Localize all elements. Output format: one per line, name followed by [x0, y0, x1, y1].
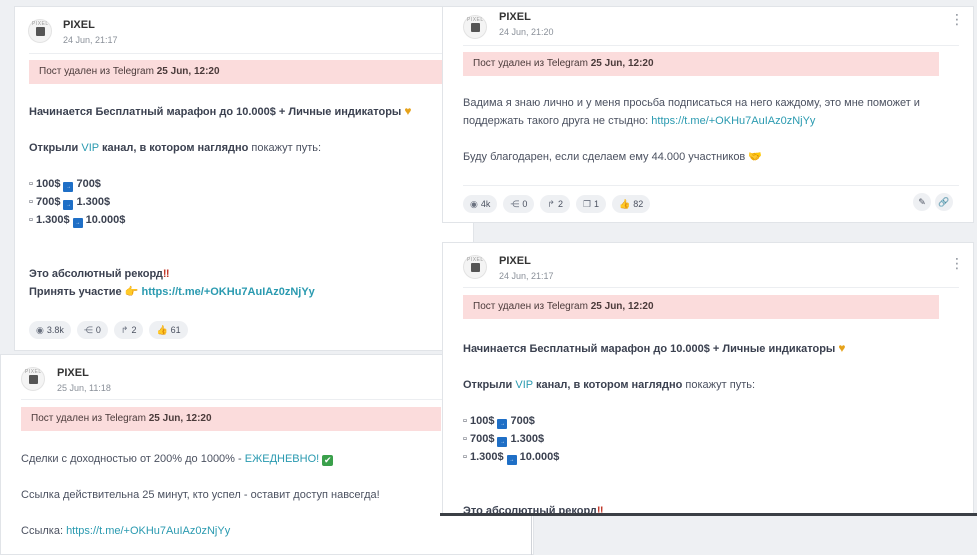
pointing-hand-icon: 👉 [124, 286, 139, 298]
yellow-heart-icon: ♥ [404, 104, 412, 118]
divider [463, 185, 959, 186]
likes-stat[interactable]: 👍 61 [149, 321, 188, 339]
channel-avatar[interactable]: PIXEL [28, 19, 52, 43]
views-stat[interactable]: ◉ 3.8k [29, 321, 71, 339]
channel-avatar[interactable]: PIXEL [21, 367, 45, 391]
more-vertical-icon[interactable]: ⋮ [950, 256, 964, 270]
post-link[interactable]: https://t.me/+OKHu7AuIAz0zNjYy [651, 115, 815, 127]
share-icon: ⋲ [510, 199, 520, 209]
arrow-box-icon: → [72, 218, 83, 228]
arrow-box-icon: → [497, 437, 508, 447]
share-icon: ⋲ [83, 325, 93, 335]
post-link[interactable]: https://t.me/+OKHu7AuIAz0zNjYy [66, 525, 230, 537]
reposts-stat[interactable]: ↱ 2 [540, 195, 570, 213]
eye-icon: ◉ [470, 199, 478, 209]
deleted-banner: Пост удален из Telegram 25 Jun, 12:20 [463, 295, 939, 319]
eye-icon: ◉ [36, 325, 44, 335]
pencil-icon[interactable]: ✎ [913, 193, 931, 211]
divider [463, 45, 959, 46]
repost-icon: ↱ [120, 325, 129, 335]
channel-avatar[interactable]: PIXEL [463, 15, 487, 39]
comments-stat[interactable]: ❐ 1 [575, 195, 607, 213]
post-card: PIXEL PIXEL 24 Jun, 21:17 ⋮ Пост удален … [442, 242, 974, 514]
arrow-box-icon: → [497, 419, 508, 429]
join-link[interactable]: https://t.me/+OKHu7AuIAz0zNjYy [142, 286, 315, 298]
post-date: 24 Jun, 21:17 [63, 35, 118, 45]
divider [29, 53, 459, 54]
post-text: Начинается Бесплатный марафон до 10.000$… [463, 339, 963, 513]
channel-name[interactable]: PIXEL [57, 367, 89, 379]
exclamation-icon: ‼ [162, 268, 170, 280]
divider [531, 516, 532, 555]
thumbs-up-icon: 👍 [156, 325, 168, 335]
link-icon[interactable]: 🔗 [935, 193, 953, 211]
shares-stat[interactable]: ⋲ 0 [76, 321, 108, 339]
thumbs-up-icon: 👍 [619, 199, 631, 209]
views-stat[interactable]: ◉ 4k [463, 195, 498, 213]
post-text: Начинается Бесплатный марафон до 10.000$… [29, 104, 412, 298]
check-mark-icon: ✔ [322, 455, 334, 466]
arrow-box-icon: → [63, 182, 74, 192]
post-stats: ◉ 4k ⋲ 0 ↱ 2 ❐ 1 👍 82 [463, 195, 651, 213]
deleted-banner: Пост удален из Telegram 25 Jun, 12:20 [21, 407, 441, 431]
repost-icon: ↱ [547, 199, 555, 209]
post-date: 25 Jun, 11:18 [57, 383, 111, 393]
channel-name[interactable]: PIXEL [499, 255, 531, 267]
post-stats: ◉ 3.8k ⋲ 0 ↱ 2 👍 61 [29, 321, 188, 339]
post-text: Вадима я знаю лично и у меня просьба под… [463, 97, 920, 163]
divider [463, 287, 959, 288]
arrow-box-icon: → [63, 200, 74, 210]
shares-stat[interactable]: ⋲ 0 [503, 195, 535, 213]
more-vertical-icon[interactable]: ⋮ [950, 12, 964, 26]
deleted-banner: Пост удален из Telegram 25 Jun, 12:20 [463, 52, 939, 76]
likes-stat[interactable]: 👍 82 [612, 195, 651, 213]
channel-avatar[interactable]: PIXEL [463, 255, 487, 279]
post-card: PIXEL PIXEL 24 Jun, 21:20 ⋮ Пост удален … [442, 6, 974, 223]
yellow-heart-icon: ♥ [838, 341, 846, 355]
reposts-stat[interactable]: ↱ 2 [113, 321, 144, 339]
arrow-box-icon: → [506, 455, 517, 465]
channel-name[interactable]: PIXEL [63, 19, 95, 31]
post-card: PIXEL PIXEL 24 Jun, 21:17 Пост удален из… [14, 6, 474, 351]
comment-icon: ❐ [582, 199, 592, 209]
scrollbar-strip [440, 513, 977, 516]
deleted-banner: Пост удален из Telegram 25 Jun, 12:20 [29, 60, 455, 84]
post-date: 24 Jun, 21:20 [499, 27, 554, 37]
post-date: 24 Jun, 21:17 [499, 271, 554, 281]
channel-name[interactable]: PIXEL [499, 11, 531, 23]
